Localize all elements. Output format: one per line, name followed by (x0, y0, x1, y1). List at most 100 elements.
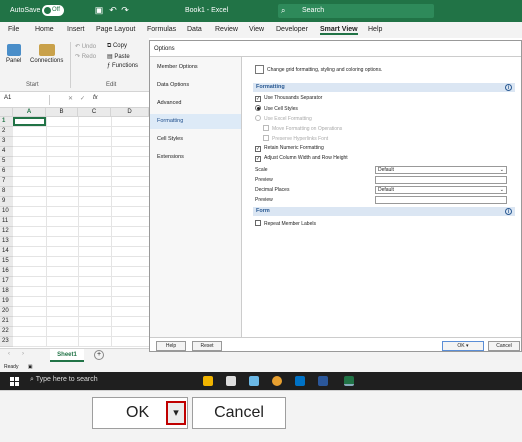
row-header[interactable]: 9 (0, 197, 13, 207)
sidebar-item-formatting[interactable]: Formatting (150, 114, 241, 129)
tab-developer[interactable]: Developer (276, 26, 308, 33)
undo-icon[interactable]: ↶ (108, 5, 118, 15)
save-icon[interactable]: ▣ (94, 5, 104, 15)
copy-button[interactable]: ⧉ Copy (107, 43, 127, 50)
row-header[interactable]: 20 (0, 307, 13, 317)
zoomed-dropdown-arrow-icon[interactable]: ▾ (166, 401, 186, 425)
reset-button[interactable]: Reset (192, 341, 222, 351)
row-header[interactable]: 11 (0, 217, 13, 227)
grid-line (13, 276, 149, 277)
row-header[interactable]: 8 (0, 187, 13, 197)
tab-help[interactable]: Help (368, 26, 382, 33)
macro-record-icon[interactable]: ▣ (28, 364, 33, 370)
decimal-places-dropdown[interactable]: Default ⌄ (375, 186, 507, 194)
undo-button[interactable]: ↶ Undo (75, 43, 96, 50)
info-icon[interactable]: i (505, 84, 512, 91)
column-header[interactable]: C (78, 108, 111, 117)
info-icon[interactable]: i (505, 208, 512, 215)
tab-view[interactable]: View (249, 26, 264, 33)
tab-data[interactable]: Data (187, 26, 202, 33)
ok-button[interactable]: OK ▾ (442, 341, 484, 351)
row-header[interactable]: 5 (0, 157, 13, 167)
options-sidebar: Member Options Data Options Advanced For… (150, 57, 242, 337)
scroll-left-icon[interactable]: ‹ (8, 351, 10, 357)
preserve-hyperlinks-checkbox[interactable]: Preserve Hyperlinks Font (263, 135, 328, 143)
row-header[interactable]: 3 (0, 137, 13, 147)
active-cell[interactable] (13, 117, 46, 126)
browser-icon[interactable] (249, 376, 259, 386)
scale-dropdown[interactable]: Default ⌄ (375, 166, 507, 174)
redo-button[interactable]: ↷ Redo (75, 53, 96, 60)
redo-icon[interactable]: ↷ (120, 5, 130, 15)
help-button[interactable]: Help (156, 341, 186, 351)
row-header[interactable]: 10 (0, 207, 13, 217)
form-section-header: Form i (253, 207, 515, 216)
row-header[interactable]: 16 (0, 267, 13, 277)
scroll-right-icon[interactable]: › (22, 351, 24, 357)
row-header[interactable]: 22 (0, 327, 13, 337)
cancel-entry-icon[interactable]: ✕ (68, 95, 73, 102)
repeat-member-labels-checkbox[interactable]: Repeat Member Labels (255, 220, 316, 228)
tab-review[interactable]: Review (215, 26, 238, 33)
use-thousands-checkbox[interactable]: ✓ Use Thousands Separator (255, 95, 322, 102)
row-header[interactable]: 13 (0, 237, 13, 247)
row-header[interactable]: 12 (0, 227, 13, 237)
retain-numeric-checkbox[interactable]: ✓ Retain Numeric Formatting (255, 145, 324, 152)
select-all-corner[interactable] (0, 108, 13, 117)
row-header[interactable]: 14 (0, 247, 13, 257)
tab-file[interactable]: File (8, 26, 19, 33)
move-formatting-checkbox[interactable]: Move Formatting on Operations (263, 125, 342, 133)
zoomed-ok-button[interactable]: OK ▾ (92, 397, 188, 429)
tab-insert[interactable]: Insert (67, 26, 85, 33)
chevron-down-icon[interactable]: ▾ (466, 343, 469, 349)
paste-button[interactable]: ▤ Paste (107, 53, 130, 60)
confirm-entry-icon[interactable]: ✓ (80, 95, 85, 102)
tab-page-layout[interactable]: Page Layout (96, 26, 135, 33)
row-header[interactable]: 4 (0, 147, 13, 157)
use-excel-formatting-radio[interactable]: Use Excel Formatting (255, 115, 312, 123)
functions-button[interactable]: ƒ Functions (107, 63, 138, 69)
row-header[interactable]: 15 (0, 257, 13, 267)
cancel-button[interactable]: Cancel (488, 341, 520, 351)
row-header[interactable]: 6 (0, 167, 13, 177)
windows-start-icon[interactable] (10, 377, 19, 386)
outlook-icon[interactable] (295, 376, 305, 386)
name-box[interactable]: A1 (4, 95, 50, 105)
sidebar-item-advanced[interactable]: Advanced (150, 96, 241, 111)
column-header[interactable]: A (13, 108, 46, 117)
search-box[interactable]: ⌕ Search (278, 4, 434, 18)
row-header[interactable]: 17 (0, 277, 13, 287)
row-header[interactable]: 21 (0, 317, 13, 327)
column-header[interactable]: D (111, 108, 149, 117)
file-explorer-icon[interactable] (203, 376, 213, 386)
use-cell-styles-radio[interactable]: Use Cell Styles (255, 105, 298, 113)
sidebar-item-data-options[interactable]: Data Options (150, 78, 241, 93)
chrome-icon[interactable] (272, 376, 282, 386)
row-header[interactable]: 1 (0, 117, 13, 127)
sidebar-item-extensions[interactable]: Extensions (150, 150, 241, 165)
row-header[interactable]: 18 (0, 287, 13, 297)
adjust-column-checkbox[interactable]: ✓ Adjust Column Width and Row Height (255, 155, 348, 162)
sidebar-item-member-options[interactable]: Member Options (150, 60, 241, 75)
sheet-tab[interactable]: Sheet1 (50, 349, 84, 362)
row-header[interactable]: 23 (0, 337, 13, 347)
excel-icon[interactable] (344, 376, 354, 386)
taskbar-search[interactable]: ⌕ Type here to search (30, 376, 98, 384)
column-header[interactable]: B (46, 108, 78, 117)
add-sheet-button[interactable]: + (94, 350, 104, 360)
tab-home[interactable]: Home (35, 26, 54, 33)
tab-smart-view[interactable]: Smart View (320, 26, 358, 35)
panel-button[interactable]: Panel (6, 44, 21, 64)
word-icon[interactable] (318, 376, 328, 386)
row-header[interactable]: 2 (0, 127, 13, 137)
zoomed-cancel-button[interactable]: Cancel (192, 397, 286, 429)
autosave-toggle[interactable]: Off (42, 5, 64, 16)
fx-icon[interactable]: fx (93, 95, 98, 101)
row-header[interactable]: 7 (0, 177, 13, 187)
store-icon[interactable] (226, 376, 236, 386)
connections-button[interactable]: Connections (30, 44, 63, 64)
sidebar-item-cell-styles[interactable]: Cell Styles (150, 132, 241, 147)
tab-formulas[interactable]: Formulas (147, 26, 176, 33)
spreadsheet-grid[interactable]: A B C D 1 2 3 4 5 6 7 8 9 10 11 12 13 14 15 16 17 18 19 20 2… (0, 108, 149, 348)
row-header[interactable]: 19 (0, 297, 13, 307)
